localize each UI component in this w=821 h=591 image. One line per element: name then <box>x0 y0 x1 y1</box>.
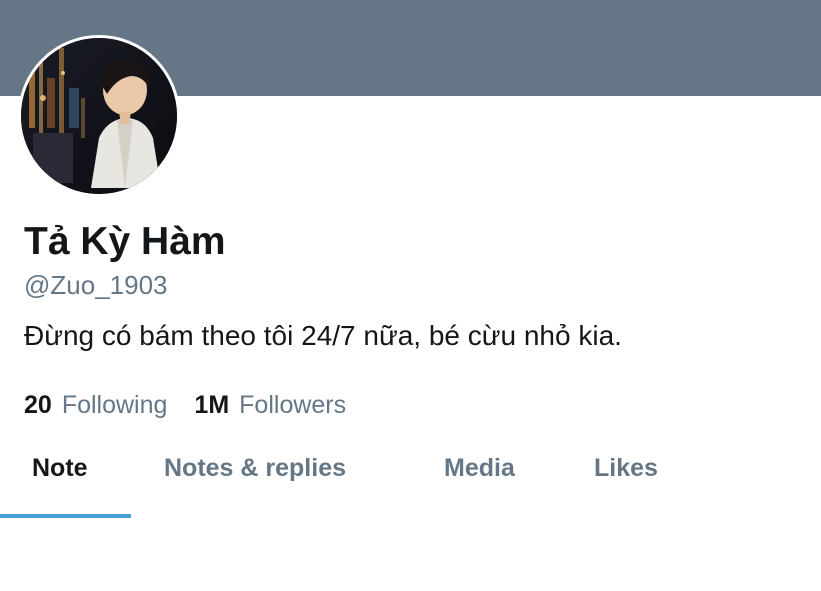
tab-media[interactable]: Media <box>444 442 515 494</box>
tab-notes-and-replies[interactable]: Notes & replies <box>164 442 346 494</box>
avatar[interactable] <box>18 35 180 197</box>
tab-likes[interactable]: Likes <box>594 442 658 494</box>
following-label: Following <box>61 391 168 419</box>
profile-page: Tả Kỳ Hàm @Zuo_1903 Đừng có bám theo tôi… <box>0 0 821 591</box>
profile-bio: Đừng có bám theo tôi 24/7 nữa, bé cừu nh… <box>24 320 622 351</box>
profile-handle: @Zuo_1903 <box>24 270 168 300</box>
profile-stats: 20 Following 1M Followers <box>24 389 346 421</box>
followers-link[interactable]: 1M Followers <box>194 389 346 421</box>
active-tab-indicator <box>0 514 131 518</box>
followers-count: 1M <box>194 391 230 419</box>
followers-label: Followers <box>239 391 347 419</box>
following-link[interactable]: 20 Following <box>24 389 167 421</box>
profile-tabs: Note Notes & replies Media Likes <box>0 442 821 520</box>
tab-note[interactable]: Note <box>32 442 88 494</box>
following-count: 20 <box>24 391 52 419</box>
display-name: Tả Kỳ Hàm <box>24 220 226 263</box>
avatar-photo <box>21 38 177 194</box>
